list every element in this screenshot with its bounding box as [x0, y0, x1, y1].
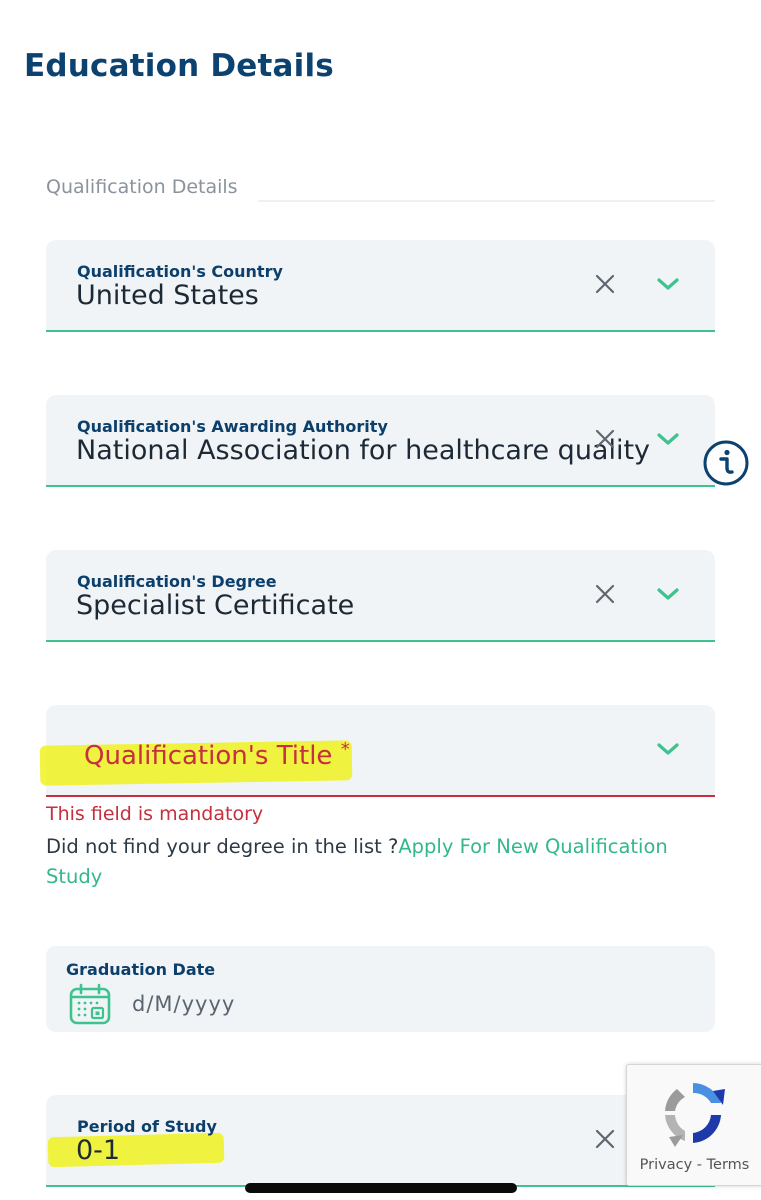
chevron-down-icon[interactable]	[655, 581, 681, 607]
chevron-down-icon[interactable]	[655, 271, 681, 297]
period-of-study-select[interactable]: Period of Study 0-1	[46, 1095, 715, 1187]
calendar-icon[interactable]	[68, 982, 112, 1026]
country-value: United States	[76, 280, 259, 311]
title-label-text: Qualification's Title	[84, 741, 333, 771]
degree-label: Qualification's Degree	[77, 572, 277, 591]
graduation-date-placeholder: d/M/yyyy	[132, 992, 236, 1016]
graduation-date-label: Graduation Date	[66, 960, 216, 979]
recaptcha-icon	[665, 1083, 725, 1147]
close-icon[interactable]	[593, 582, 617, 606]
page-title: Education Details	[24, 48, 334, 84]
close-icon[interactable]	[593, 427, 617, 451]
close-icon[interactable]	[593, 272, 617, 296]
link-separator: -	[692, 1157, 707, 1173]
title-select[interactable]: Qualification's Title *	[39, 705, 715, 797]
section-label: Qualification Details	[46, 176, 238, 198]
country-select[interactable]: Qualification's Country United States	[46, 240, 715, 332]
recaptcha-links: Privacy - Terms	[627, 1157, 761, 1173]
period-of-study-value: 0-1	[76, 1135, 121, 1166]
graduation-date-field[interactable]: Graduation Date d/M/yyyy	[46, 946, 715, 1032]
terms-link[interactable]: Terms	[707, 1157, 750, 1173]
period-of-study-label: Period of Study	[77, 1117, 217, 1136]
recaptcha-badge[interactable]: Privacy - Terms	[626, 1064, 761, 1186]
chevron-down-icon[interactable]	[655, 426, 681, 452]
help-prefix: Did not find your degree in the list ?	[46, 835, 399, 858]
highlight-mark	[47, 1132, 225, 1168]
degree-select[interactable]: Qualification's Degree Specialist Certif…	[46, 550, 715, 642]
required-asterisk: *	[340, 739, 350, 760]
help-text: Did not find your degree in the list ?Ap…	[46, 832, 706, 892]
chevron-down-icon[interactable]	[655, 736, 681, 762]
close-icon[interactable]	[593, 1127, 617, 1151]
section-divider	[258, 200, 715, 202]
degree-value: Specialist Certificate	[76, 590, 355, 621]
info-icon[interactable]	[702, 439, 750, 487]
awarding-authority-select[interactable]: Qualification's Awarding Authority Natio…	[46, 395, 715, 487]
error-message: This field is mandatory	[46, 803, 264, 825]
home-indicator[interactable]	[245, 1183, 517, 1193]
awarding-authority-value: National Association for healthcare qual…	[76, 435, 651, 466]
awarding-authority-label: Qualification's Awarding Authority	[77, 417, 388, 436]
privacy-link[interactable]: Privacy	[640, 1157, 693, 1173]
country-label: Qualification's Country	[77, 262, 283, 281]
title-label: Qualification's Title *	[84, 739, 350, 771]
